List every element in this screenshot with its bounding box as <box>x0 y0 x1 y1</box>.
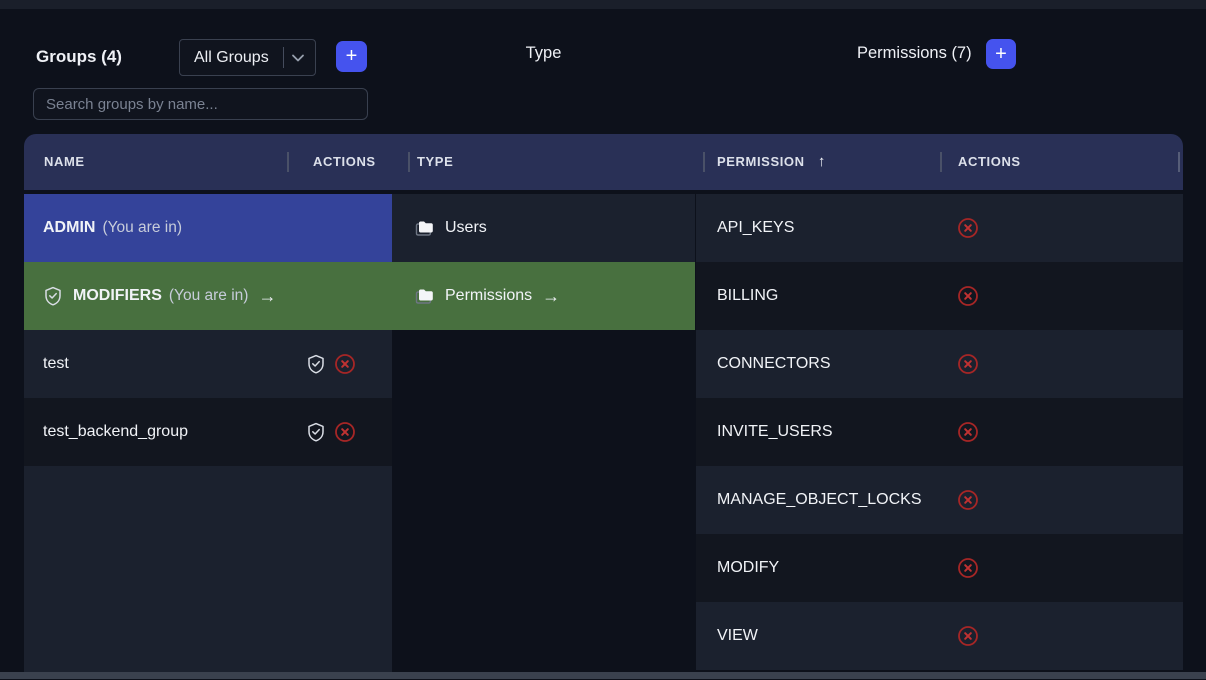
table-header-bar: NAME ACTIONS TYPE PERMISSION ↑ ACTIONS <box>24 134 1183 190</box>
groups-panel-title: Groups (4) <box>36 47 122 67</box>
column-header-type: TYPE <box>417 134 453 190</box>
group-name: test <box>43 355 69 373</box>
shield-check-icon <box>43 286 63 306</box>
column-header-permission-actions: ACTIONS <box>958 134 1021 190</box>
permission-name: VIEW <box>717 627 758 645</box>
remove-permission-button[interactable] <box>957 353 979 375</box>
delete-group-button[interactable] <box>334 353 356 375</box>
type-panel-title: Type <box>392 44 695 63</box>
folder-icon <box>414 286 435 306</box>
permission-name: MANAGE_OBJECT_LOCKS <box>717 491 922 509</box>
groups-empty-area <box>24 466 392 673</box>
permissions-panel-title: Permissions (7) <box>857 44 972 63</box>
group-actions-cell <box>306 330 356 398</box>
permission-row[interactable]: VIEW <box>696 602 1183 670</box>
toggle-membership-button[interactable] <box>306 422 326 442</box>
arrow-right-icon: → <box>258 286 276 307</box>
column-separator <box>408 152 410 172</box>
group-name: MODIFIERS <box>73 287 162 305</box>
group-name: test_backend_group <box>43 423 188 441</box>
column-header-permission[interactable]: PERMISSION ↑ <box>717 134 825 190</box>
permission-row[interactable]: MODIFY <box>696 534 1183 602</box>
add-group-button[interactable]: + <box>336 41 367 72</box>
toggle-membership-button[interactable] <box>306 354 326 374</box>
type-label: Users <box>445 219 487 237</box>
remove-permission-button[interactable] <box>957 421 979 443</box>
permission-row[interactable]: CONNECTORS <box>696 330 1183 398</box>
type-row-permissions[interactable]: Permissions → <box>392 262 695 330</box>
permission-name: API_KEYS <box>717 219 794 237</box>
permission-name: CONNECTORS <box>717 355 831 373</box>
group-permissions-screen: Groups (4) All Groups + Type Permissions… <box>0 0 1206 680</box>
column-header-name: NAME <box>44 134 85 190</box>
horizontal-scrollbar[interactable] <box>0 672 1206 679</box>
arrow-right-icon: → <box>542 286 560 307</box>
remove-permission-button[interactable] <box>957 625 979 647</box>
column-separator <box>287 152 289 172</box>
column-separator <box>940 152 942 172</box>
remove-permission-button[interactable] <box>957 217 979 239</box>
permission-row[interactable]: MANAGE_OBJECT_LOCKS <box>696 466 1183 534</box>
remove-permission-button[interactable] <box>957 557 979 579</box>
sort-ascending-icon: ↑ <box>818 134 826 190</box>
group-membership-note: (You are in) <box>169 287 249 305</box>
search-groups-input[interactable] <box>33 88 368 120</box>
select-divider <box>283 47 284 68</box>
column-separator <box>703 152 705 172</box>
column-header-permission-label: PERMISSION <box>717 154 805 169</box>
permission-row[interactable]: API_KEYS <box>696 194 1183 262</box>
groups-filter-select[interactable]: All Groups <box>179 39 316 76</box>
group-row-test[interactable]: test <box>24 330 392 398</box>
permission-name: MODIFY <box>717 559 779 577</box>
permission-row[interactable]: INVITE_USERS <box>696 398 1183 466</box>
permission-name: BILLING <box>717 287 778 305</box>
add-permission-button[interactable]: + <box>986 39 1016 69</box>
group-row-admin[interactable]: ADMIN (You are in) <box>24 194 392 262</box>
group-row-modifiers[interactable]: MODIFIERS (You are in) → <box>24 262 392 330</box>
remove-permission-button[interactable] <box>957 285 979 307</box>
folder-icon <box>414 218 435 238</box>
group-name: ADMIN <box>43 219 95 237</box>
permission-name: INVITE_USERS <box>717 423 833 441</box>
group-actions-cell <box>306 398 356 466</box>
column-header-group-actions: ACTIONS <box>313 134 376 190</box>
remove-permission-button[interactable] <box>957 489 979 511</box>
column-separator <box>1178 152 1180 172</box>
type-label: Permissions <box>445 287 532 305</box>
chevron-down-icon <box>291 52 305 64</box>
type-row-users[interactable]: Users <box>392 194 695 262</box>
permission-row[interactable]: BILLING <box>696 262 1183 330</box>
group-row-test-backend-group[interactable]: test_backend_group <box>24 398 392 466</box>
delete-group-button[interactable] <box>334 421 356 443</box>
groups-filter-value: All Groups <box>194 49 283 67</box>
group-membership-note: (You are in) <box>102 219 182 237</box>
top-edge-bar <box>0 0 1206 9</box>
